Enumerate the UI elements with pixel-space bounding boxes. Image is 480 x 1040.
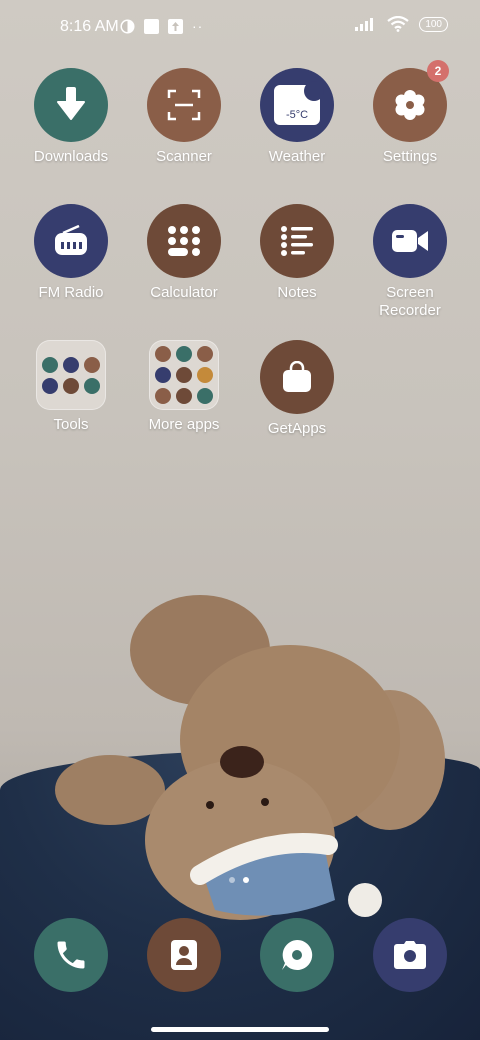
app-label: Scanner [156, 148, 212, 165]
dock-phone[interactable] [34, 918, 108, 992]
settings-gear-icon: 2 [373, 60, 449, 142]
mini-app-icon [42, 356, 58, 373]
app-notes[interactable]: Notes [242, 204, 352, 302]
message-bubble-icon [282, 939, 313, 970]
folder-tools[interactable]: Tools [16, 340, 126, 434]
scanner-icon [147, 68, 221, 142]
vpn-icon [120, 19, 135, 33]
dock-messaging[interactable] [260, 918, 334, 992]
weather-temperature: -5°C [285, 109, 309, 121]
app-label: Calculator [150, 284, 218, 301]
app-label: Downloads [33, 148, 109, 165]
downloads-icon [34, 68, 108, 142]
mini-app-icon [197, 388, 213, 404]
tools-folder-icon [36, 340, 106, 410]
app-fm-radio[interactable]: FM Radio [16, 204, 126, 302]
app-label: Tools [53, 416, 89, 433]
status-time: 8:16 AM [60, 18, 119, 35]
app-label: Weather [268, 148, 326, 165]
app-label: Notes [277, 284, 317, 301]
app-label: Screen Recorder [379, 284, 441, 319]
signal-icon [355, 18, 374, 31]
page-dot-active[interactable] [243, 877, 249, 883]
mini-app-icon [84, 377, 100, 394]
mini-app-icon [197, 346, 213, 362]
mini-app-icon [63, 377, 79, 394]
app-settings[interactable]: 2 Settings [355, 60, 465, 166]
app-label: Settings [382, 148, 438, 165]
battery-icon: 100 [419, 16, 448, 32]
notification-icons: ·· [120, 18, 203, 34]
status-bar: 8:16 AM ·· 100 [0, 0, 480, 56]
mini-app-icon [176, 367, 192, 383]
dock-contacts[interactable] [147, 918, 221, 992]
app-screen-recorder[interactable]: Screen Recorder [355, 204, 465, 320]
video-camera-icon [373, 204, 447, 278]
weather-icon: -5°C [260, 68, 334, 142]
mini-app-icon [197, 367, 213, 383]
app-weather[interactable]: -5°C Weather [242, 68, 352, 166]
shopping-bag-icon [260, 340, 334, 414]
radio-icon [34, 204, 108, 278]
wallpaper-teddy-bear [55, 595, 445, 920]
mini-app-icon [63, 356, 79, 373]
camera-icon [394, 941, 426, 969]
home-gesture-bar[interactable] [151, 1027, 329, 1032]
contacts-icon [171, 940, 197, 970]
mini-app-icon [155, 388, 171, 404]
dock-camera[interactable] [373, 918, 447, 992]
mini-app-icon [176, 346, 192, 362]
wifi-icon [387, 16, 409, 32]
mini-app-icon [155, 346, 171, 362]
more-apps-folder-icon [149, 340, 219, 410]
notes-list-icon [260, 204, 334, 278]
phone-icon [57, 941, 85, 969]
app-label: More apps [148, 416, 220, 433]
calculator-icon [147, 204, 221, 278]
mini-app-icon [176, 388, 192, 404]
app-label: GetApps [267, 420, 327, 437]
app-calculator[interactable]: Calculator [129, 204, 239, 302]
mini-app-icon [84, 356, 100, 373]
app-scanner[interactable]: Scanner [129, 68, 239, 166]
app-getapps[interactable]: GetApps [242, 340, 352, 438]
folder-more-apps[interactable]: More apps [129, 340, 239, 434]
notification-badge: 2 [427, 60, 449, 82]
mini-app-icon [155, 367, 171, 383]
app-label: FM Radio [38, 284, 104, 301]
page-dot[interactable] [229, 877, 235, 883]
notification-square-icon [144, 18, 159, 34]
mini-app-icon [42, 377, 58, 394]
more-notifications-icon: ·· [192, 18, 204, 34]
app-downloads[interactable]: Downloads [16, 68, 126, 166]
page-indicator [229, 877, 249, 883]
upload-icon [168, 18, 183, 34]
